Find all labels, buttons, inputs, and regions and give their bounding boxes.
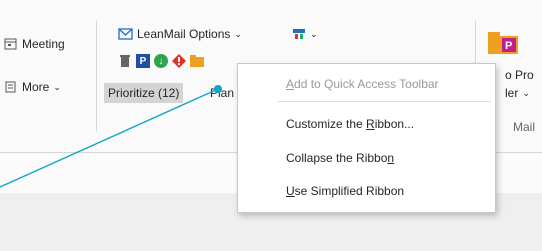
menu-item-add-to-quick-access-toolbar[interactable]: Add to Quick Access Toolbar	[286, 77, 439, 91]
menu-item-accelerator: R	[366, 117, 375, 131]
menu-item-text: Collapse the Ribbo	[286, 151, 388, 165]
menu-item-accelerator: n	[387, 151, 395, 165]
menu-item-text: dd to Quick Access Toolbar	[294, 77, 439, 91]
menu-item-use-simplified-ribbon[interactable]: Use Simplified Ribbon	[286, 184, 404, 198]
menu-item-customize-ribbon[interactable]: Customize the Ribbon...	[286, 117, 414, 131]
menu-item-accelerator: U	[286, 184, 295, 198]
menu-item-text: ibbon...	[374, 117, 415, 131]
menu-item-collapse-ribbon[interactable]: Collapse the Ribbon	[286, 151, 394, 165]
menu-item-text: se Simplified Ribbon	[294, 184, 405, 198]
menu-item-text: Customize the	[286, 117, 367, 131]
ribbon-context-menu: Add to Quick Access Toolbar Customize th…	[237, 63, 496, 213]
menu-item-accelerator: A	[286, 77, 295, 91]
menu-separator	[278, 101, 491, 102]
